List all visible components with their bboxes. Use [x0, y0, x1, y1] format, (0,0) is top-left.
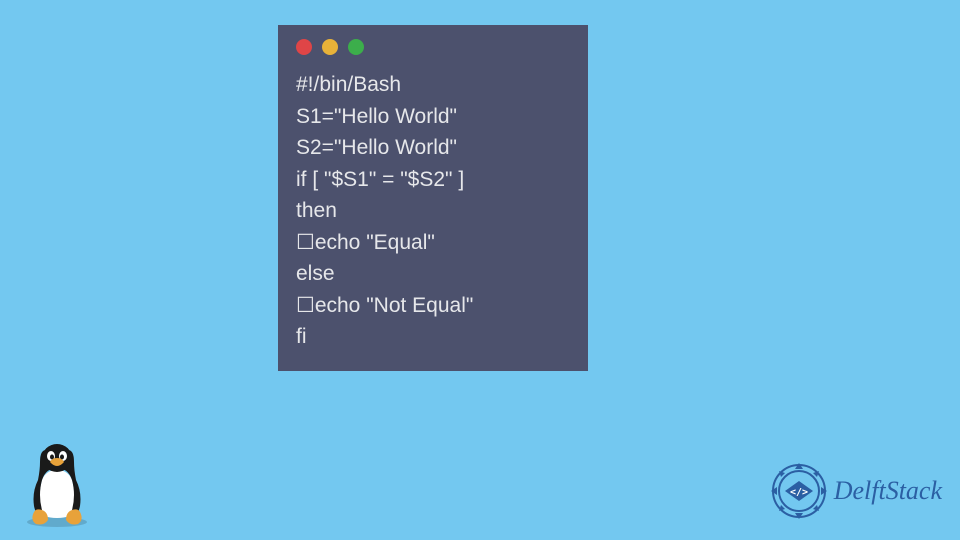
delftstack-logo-icon: </> [770, 462, 828, 520]
code-block: #!/bin/Bash S1="Hello World" S2="Hello W… [296, 69, 570, 353]
code-line: else [296, 262, 335, 285]
svg-text:</>: </> [790, 487, 808, 498]
minimize-dot-icon [322, 39, 338, 55]
code-line: fi [296, 325, 307, 348]
delftstack-label: DelftStack [834, 476, 942, 506]
code-line: ☐echo "Not Equal" [296, 294, 473, 317]
window-controls [296, 39, 570, 55]
delftstack-brand: </> DelftStack [770, 462, 942, 520]
maximize-dot-icon [348, 39, 364, 55]
code-line: ☐echo "Equal" [296, 231, 435, 254]
linux-tux-icon [18, 440, 96, 528]
code-line: S1="Hello World" [296, 105, 457, 128]
code-line: if [ "$S1" = "$S2" ] [296, 168, 464, 191]
code-window: #!/bin/Bash S1="Hello World" S2="Hello W… [278, 25, 588, 371]
close-dot-icon [296, 39, 312, 55]
code-line: #!/bin/Bash [296, 73, 401, 96]
code-line: S2="Hello World" [296, 136, 457, 159]
code-line: then [296, 199, 337, 222]
